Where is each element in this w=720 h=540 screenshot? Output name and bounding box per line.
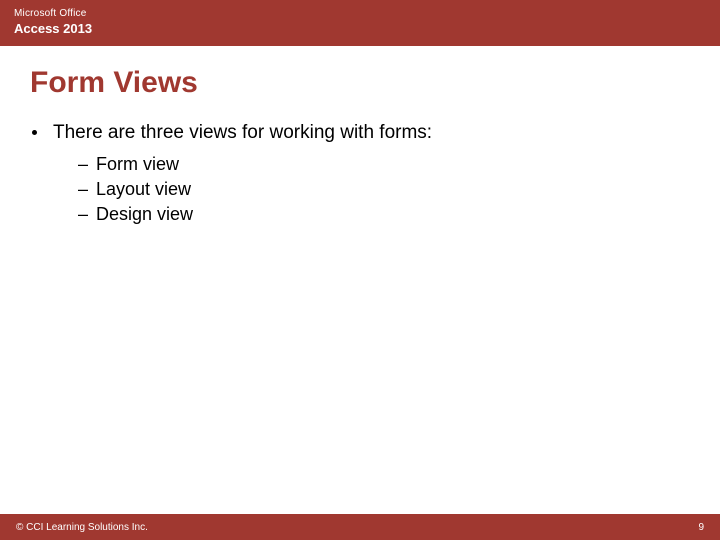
sub-bullet-list: –Form view –Layout view –Design view [78, 154, 720, 225]
product-label: Access 2013 [14, 21, 706, 36]
sub-bullet: –Form view [78, 154, 720, 175]
footer-bar: © CCI Learning Solutions Inc. 9 [0, 514, 720, 540]
header-bar: Microsoft Office Access 2013 [0, 0, 720, 46]
sub-bullet: –Design view [78, 204, 720, 225]
sub-bullet-text: Design view [96, 204, 193, 224]
main-bullet: There are three views for working with f… [32, 122, 720, 144]
content-area: There are three views for working with f… [32, 122, 720, 225]
dash-icon: – [78, 179, 88, 200]
slide-title: Form Views [30, 66, 720, 100]
copyright-text: © CCI Learning Solutions Inc. [16, 522, 148, 533]
slide: Microsoft Office Access 2013 Form Views … [0, 0, 720, 540]
sub-bullet-text: Layout view [96, 179, 191, 199]
main-bullet-text: There are three views for working with f… [53, 122, 432, 144]
sub-bullet-text: Form view [96, 154, 179, 174]
brand-label: Microsoft Office [14, 8, 706, 19]
bullet-icon [32, 130, 37, 135]
dash-icon: – [78, 154, 88, 175]
page-number: 9 [698, 522, 704, 533]
sub-bullet: –Layout view [78, 179, 720, 200]
dash-icon: – [78, 204, 88, 225]
